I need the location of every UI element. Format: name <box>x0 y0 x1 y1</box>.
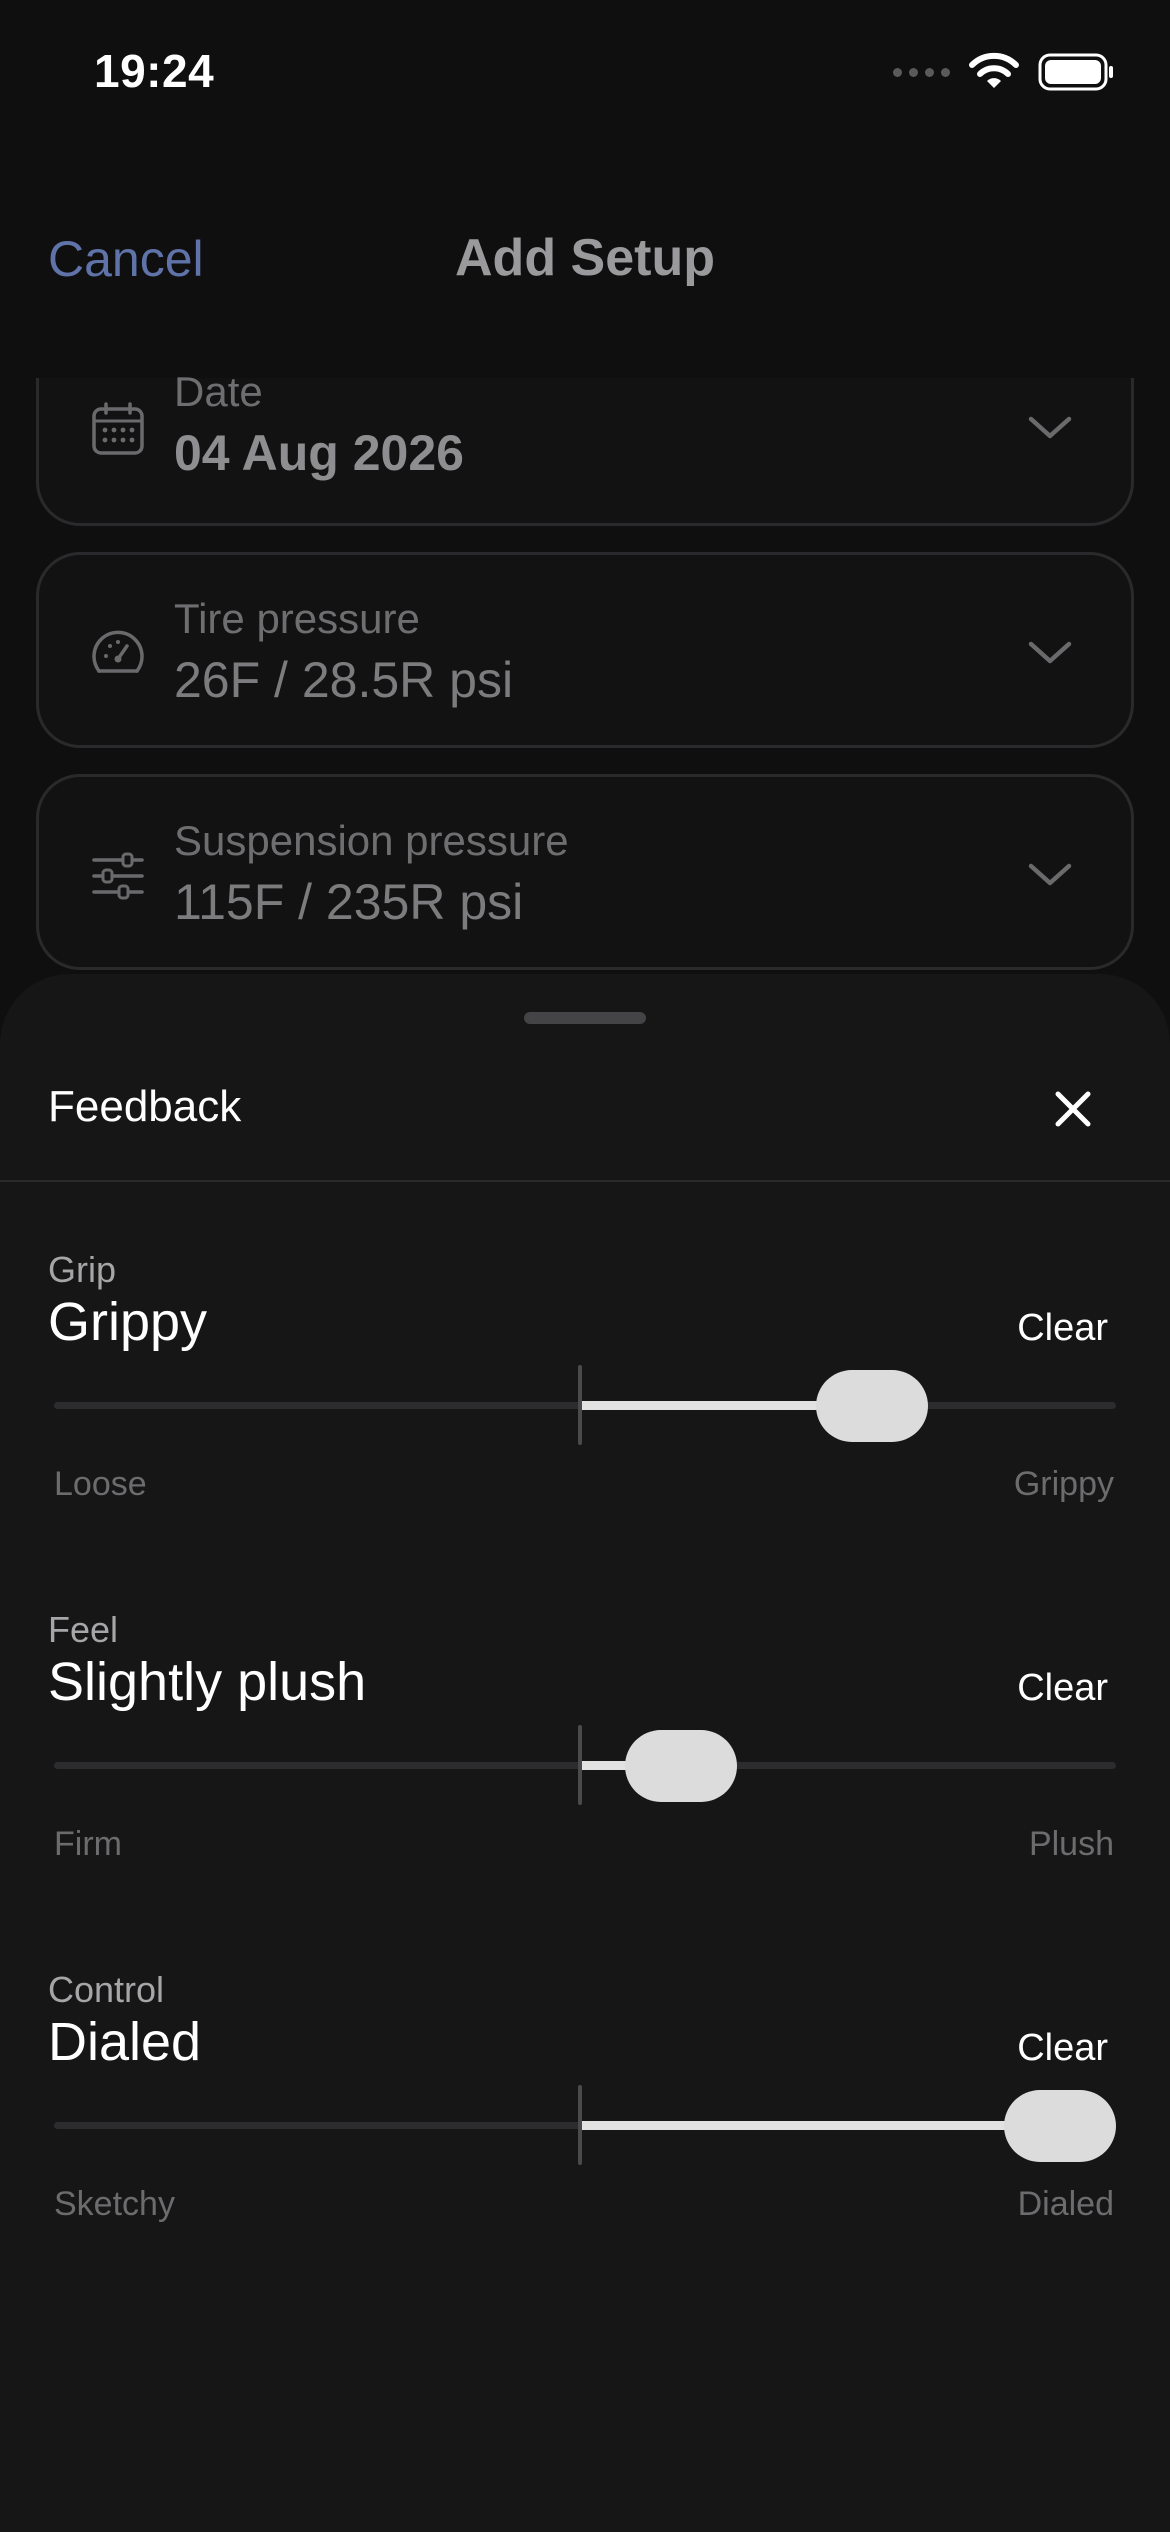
page-title: Add Setup <box>455 229 715 287</box>
slider-thumb[interactable] <box>624 1730 737 1802</box>
add-setup-screen: 19:24 Cancel Add Setup Date 04 Aug 2026 … <box>0 0 1170 2532</box>
feel-slider[interactable] <box>54 1725 1116 1805</box>
sliders-icon <box>89 847 147 905</box>
feel-min-label: Firm <box>54 1825 122 1863</box>
feel-category-label: Feel <box>48 1609 119 1650</box>
slider-center-tick <box>578 1365 582 1445</box>
sheet-divider <box>0 1180 1170 1182</box>
control-slider[interactable] <box>54 2085 1116 2165</box>
control-clear-button[interactable]: Clear <box>1017 2027 1108 2070</box>
grip-min-label: Loose <box>54 1465 147 1503</box>
status-icons <box>893 52 1114 92</box>
status-bar: 19:24 <box>0 0 1170 150</box>
calendar-icon <box>89 400 147 458</box>
date-card[interactable]: Date 04 Aug 2026 <box>36 368 1134 526</box>
feedback-sheet: Feedback Grip Grippy Clear Loose Grippy <box>0 974 1170 2532</box>
feel-clear-button[interactable]: Clear <box>1017 1667 1108 1710</box>
control-section: Control Dialed Clear Sketchy Dialed <box>0 1969 1170 2309</box>
suspension-pressure-card[interactable]: Suspension pressure 115F / 235R psi <box>36 774 1134 970</box>
control-category-label: Control <box>48 1969 165 2010</box>
grip-clear-button[interactable]: Clear <box>1017 1307 1108 1350</box>
wifi-icon <box>968 52 1020 92</box>
control-value: Dialed <box>48 2012 202 2072</box>
date-label: Date <box>174 368 263 415</box>
sheet-grabber[interactable] <box>524 1012 646 1024</box>
suspension-pressure-label: Suspension pressure <box>174 817 569 864</box>
feel-value: Slightly plush <box>48 1652 367 1712</box>
date-value: 04 Aug 2026 <box>174 425 464 481</box>
tire-pressure-label: Tire pressure <box>174 595 420 642</box>
feel-section: Feel Slightly plush Clear Firm Plush <box>0 1609 1170 1949</box>
slider-thumb[interactable] <box>1004 2090 1116 2162</box>
gauge-icon <box>89 625 147 683</box>
tire-pressure-card[interactable]: Tire pressure 26F / 28.5R psi <box>36 552 1134 748</box>
chevron-down-icon <box>1027 414 1073 442</box>
feel-max-label: Plush <box>1028 1825 1114 1863</box>
suspension-pressure-value: 115F / 235R psi <box>174 874 524 930</box>
chevron-down-icon <box>1027 639 1073 667</box>
control-max-label: Dialed <box>1017 2185 1114 2223</box>
grip-slider[interactable] <box>54 1365 1116 1445</box>
close-icon[interactable] <box>1048 1084 1098 1134</box>
sheet-title: Feedback <box>48 1082 242 1131</box>
grip-category-label: Grip <box>48 1249 117 1290</box>
slider-center-tick <box>578 1725 582 1805</box>
signal-dots-icon <box>893 67 950 77</box>
slider-fill <box>580 2121 1060 2130</box>
setup-cards: Date 04 Aug 2026 Tire pressure 26F / 28.… <box>36 368 1134 996</box>
chevron-down-icon <box>1027 861 1073 889</box>
tire-pressure-value: 26F / 28.5R psi <box>174 652 514 708</box>
grip-value: Grippy <box>48 1292 208 1352</box>
battery-icon <box>1038 53 1114 91</box>
navigation-bar: Cancel Add Setup <box>0 200 1170 320</box>
control-min-label: Sketchy <box>54 2185 175 2223</box>
grip-section: Grip Grippy Clear Loose Grippy <box>0 1249 1170 1589</box>
status-time: 19:24 <box>94 45 215 97</box>
grip-max-label: Grippy <box>1013 1465 1114 1503</box>
slider-center-tick <box>578 2085 582 2165</box>
slider-thumb[interactable] <box>815 1370 928 1442</box>
